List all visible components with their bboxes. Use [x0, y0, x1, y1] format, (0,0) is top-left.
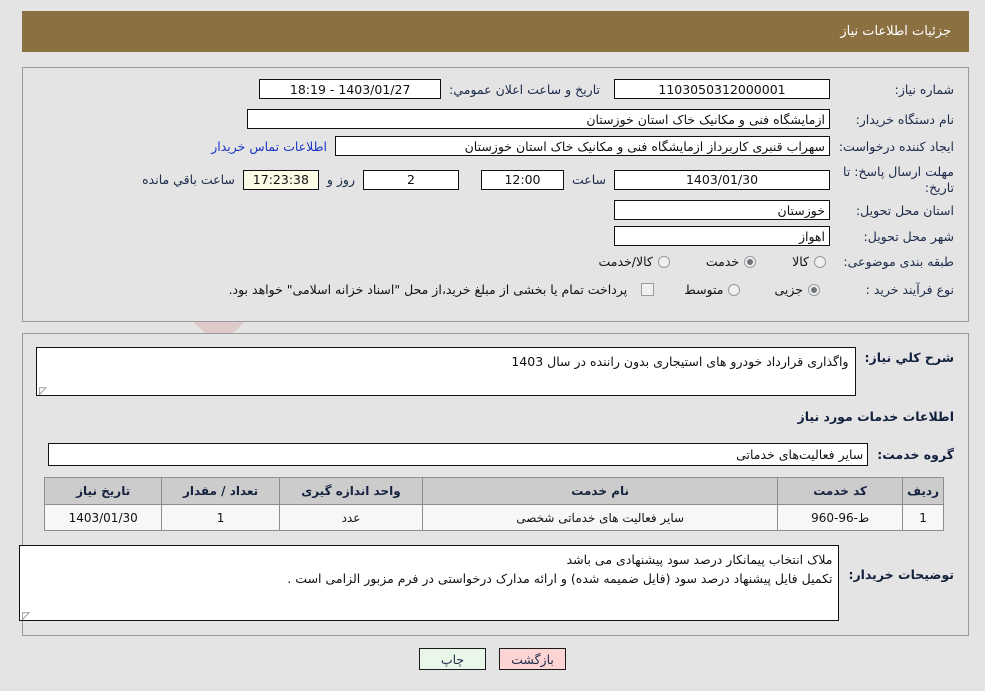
td-need-date: 1403/01/30 [43, 504, 163, 531]
buyer-notes-textarea[interactable]: ملاک انتخاب پیمانکار درصد سود پیشنهادی م… [19, 545, 840, 621]
print-button[interactable]: چاپ [419, 648, 486, 670]
need-info-panel: شماره نیاز: 1103050312000001 تاریخ و ساع… [22, 67, 969, 322]
radio-category-kala-khedmat-label: کالا/خدمت [598, 254, 653, 269]
remaining-hours-label: ساعت باقي مانده [142, 172, 235, 188]
th-quantity: تعداد / مقدار [161, 477, 280, 505]
city-field: اهواز [614, 226, 830, 246]
row-buyer-notes: توضیحات خریدار: ملاک انتخاب پیمانکار درص… [19, 545, 954, 621]
city-label: شهر محل تحویل: [863, 228, 954, 244]
radio-category-khedmat-input[interactable] [744, 255, 757, 268]
buyer-org-label: نام دستگاه خریدار: [855, 111, 954, 127]
row-buyer-org: نام دستگاه خریدار: ازمایشگاه فنی و مکانی… [247, 109, 954, 129]
need-number-label: شماره نیاز: [894, 81, 954, 97]
row-service-group: گروه خدمت: سایر فعالیت‌های خدماتی [48, 443, 954, 466]
footer-actions: بازگشت چاپ [0, 648, 985, 670]
page-root: AriaTender.net جزئیات اطلاعات نیاز شماره… [0, 0, 985, 691]
row-announcement: تاریخ و ساعت اعلان عمومي: 1403/01/27 - 1… [259, 79, 600, 99]
row-subject-category: طبقه بندی موضوعی: کالا خدمت کالا/خدمت [598, 254, 954, 269]
resize-grip-icon[interactable]: ◹ [39, 384, 49, 395]
row-deadline: مهلت ارسال پاسخ: تا تاریخ: 1403/01/30 سا… [142, 164, 954, 195]
th-unit: واحد اندازه گیری [278, 477, 424, 505]
notes-resize-grip-icon[interactable]: ◹ [22, 609, 32, 620]
days-unit-label: روز و [326, 172, 355, 188]
deadline-label: مهلت ارسال پاسخ: تا تاریخ: [843, 164, 954, 195]
th-row-no: ردیف [902, 477, 944, 505]
radio-process-jozi-input[interactable] [808, 283, 820, 296]
radio-process-jozi[interactable]: جزیی [774, 282, 820, 297]
service-group-field: سایر فعالیت‌های خدماتی [48, 443, 869, 466]
row-province: استان محل تحویل: خوزستان [614, 200, 954, 220]
th-service-name: نام خدمت [422, 477, 779, 505]
request-creator-field: سهراب قنبری کاربرداز ازمایشگاه فنی و مکا… [335, 136, 830, 156]
radio-process-motevaset-label: متوسط [684, 282, 724, 297]
request-creator-label: ایجاد کننده درخواست: [838, 138, 954, 154]
page-title: جزئیات اطلاعات نیاز [840, 24, 951, 39]
services-heading: اطلاعات خدمات مورد نیاز [797, 409, 955, 424]
row-services-heading: اطلاعات خدمات مورد نیاز [798, 409, 955, 424]
buyer-notes-line-1: ملاک انتخاب پیمانکار درصد سود پیشنهادی م… [566, 552, 833, 567]
treasury-bonds-text: پرداخت تمام یا بخشی از مبلغ خرید،از محل … [228, 282, 628, 297]
table-header-row: ردیف کد خدمت نام خدمت واحد اندازه گیری ت… [43, 477, 944, 505]
table-row: 1 ط-96-960 سایر فعالیت های خدماتی شخصی ع… [43, 504, 944, 531]
purchase-process-label: نوع فرآیند خرید : [865, 282, 954, 297]
radio-category-kala-khedmat[interactable]: کالا/خدمت [598, 254, 670, 269]
row-request-creator: ایجاد کننده درخواست: سهراب قنبری کاربردا… [211, 136, 954, 156]
announcement-field: 1403/01/27 - 18:19 [259, 79, 442, 99]
row-need-number: شماره نیاز: 1103050312000001 [614, 79, 954, 99]
announcement-label: تاریخ و ساعت اعلان عمومي: [449, 81, 600, 97]
hour-label: ساعت [571, 172, 606, 188]
td-unit: عدد [278, 504, 424, 531]
need-summary-label: شرح کلي نیاز: [864, 350, 954, 365]
th-service-code: کد خدمت [777, 477, 904, 505]
countdown-field: 17:23:38 [242, 169, 319, 190]
radio-category-kala[interactable]: کالا [792, 254, 826, 269]
services-table: ردیف کد خدمت نام خدمت واحد اندازه گیری ت… [43, 477, 944, 531]
deadline-hour-field: 12:00 [480, 169, 564, 190]
radio-category-khedmat-label: خدمت [705, 254, 740, 269]
deadline-date-field: 1403/01/30 [614, 169, 830, 190]
service-group-label: گروه خدمت: [877, 447, 954, 462]
td-service-name: سایر فعالیت های خدماتی شخصی [422, 504, 779, 531]
province-field: خوزستان [614, 200, 830, 220]
td-service-code: ط-96-960 [777, 504, 904, 531]
page-header: جزئیات اطلاعات نیاز [22, 11, 969, 52]
need-number-field: 1103050312000001 [614, 79, 830, 99]
buyer-notes-label: توضیحات خریدار: [848, 567, 954, 582]
buyer-notes-line-2: تکمیل فایل پیشنهاد درصد سود (فایل ضمیمه … [287, 571, 833, 587]
radio-category-kala-label: کالا [792, 254, 809, 269]
td-quantity: 1 [161, 504, 280, 531]
radio-category-kala-input[interactable] [814, 255, 826, 268]
buyer-org-field: ازمایشگاه فنی و مکانیک خاک استان خوزستان [247, 109, 830, 129]
subject-category-label: طبقه بندی موضوعی: [843, 254, 954, 269]
buyer-contact-link[interactable]: اطلاعات تماس خریدار [211, 139, 327, 154]
need-summary-textarea[interactable]: واگذاری قرارداد خودرو های استیجاری بدون … [35, 347, 856, 396]
radio-process-motevaset[interactable]: متوسط [684, 282, 741, 297]
row-city: شهر محل تحویل: اهواز [614, 226, 954, 246]
need-summary-text: واگذاری قرارداد خودرو های استیجاری بدون … [511, 354, 849, 369]
province-label: استان محل تحویل: [855, 202, 954, 218]
radio-process-motevaset-input[interactable] [728, 283, 741, 296]
row-purchase-process: نوع فرآیند خرید : جزیی متوسط پرداخت تمام… [229, 282, 954, 297]
radio-category-kala-khedmat-input[interactable] [657, 255, 670, 268]
back-button[interactable]: بازگشت [499, 648, 566, 670]
treasury-bonds-checkbox[interactable] [641, 283, 655, 296]
radio-category-khedmat[interactable]: خدمت [705, 254, 757, 269]
radio-process-jozi-label: جزیی [774, 282, 803, 297]
td-row-no: 1 [902, 504, 944, 531]
row-need-summary: شرح کلي نیاز: واگذاری قرارداد خودرو های … [35, 347, 954, 396]
th-need-date: تاریخ نیاز [43, 477, 163, 505]
remaining-days-field: 2 [362, 169, 459, 190]
